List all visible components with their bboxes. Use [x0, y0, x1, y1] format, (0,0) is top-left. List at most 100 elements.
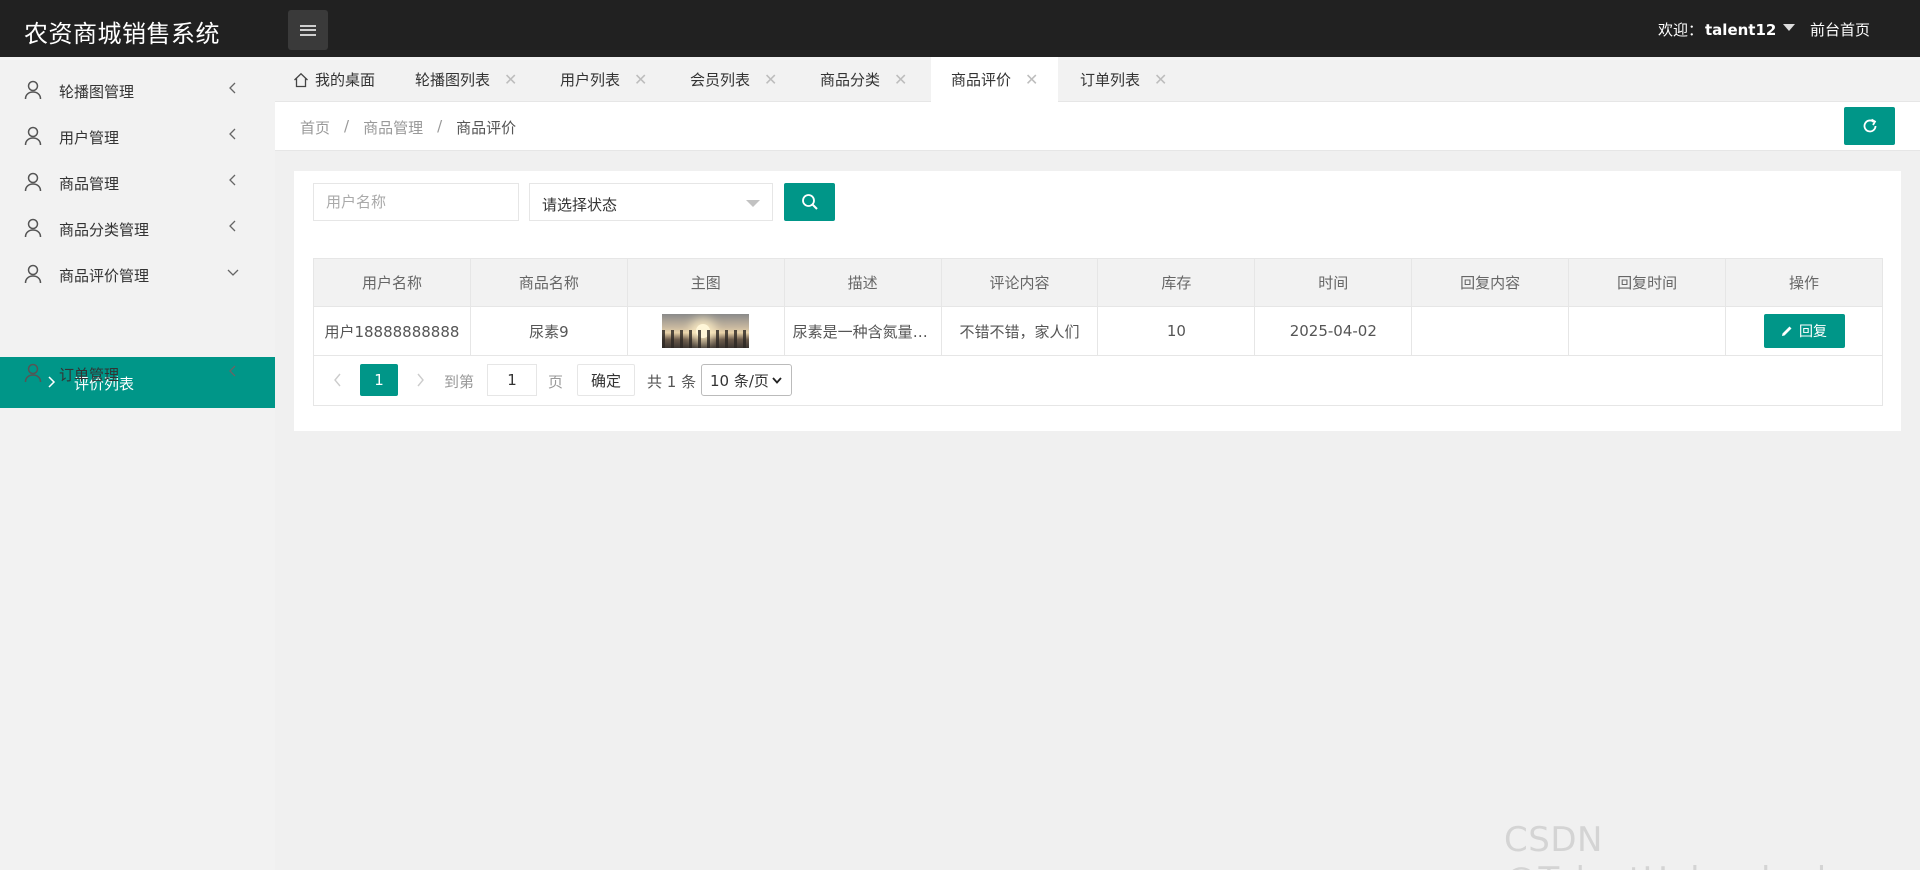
breadcrumb-separator: /: [437, 117, 443, 135]
page-number-current[interactable]: 1: [360, 364, 398, 396]
chevron-left-icon[interactable]: [332, 373, 344, 387]
breadcrumb-separator: /: [344, 117, 350, 135]
sidebar-item-label: 轮播图管理: [59, 83, 135, 101]
caret-down-icon: [1783, 24, 1796, 31]
cell-reply-time: [1568, 306, 1727, 356]
page-size-value: 10 条/页: [710, 371, 769, 390]
close-icon[interactable]: ✕: [634, 70, 647, 89]
tab-desktop[interactable]: 我的桌面: [293, 57, 375, 102]
column-header: 操作: [1725, 258, 1883, 307]
total-count: 共 1 条: [647, 373, 697, 391]
review-table: 用户名称 商品名称 主图 描述 评论内容 库存 时间 回复内容 回复时间 操作 …: [313, 258, 1883, 356]
tab-label: 轮播图列表: [415, 71, 491, 89]
column-header: 评论内容: [940, 258, 1099, 307]
sidebar-item-label: 商品分类管理: [59, 221, 150, 239]
top-header: 农资商城销售系统 欢迎： talent12 前台首页: [0, 0, 1920, 57]
close-icon[interactable]: ✕: [1025, 70, 1038, 89]
sidebar-item-products[interactable]: 商品管理: [0, 159, 275, 205]
page-label: 页: [548, 373, 564, 391]
tab-order-list[interactable]: 订单列表 ✕: [1080, 57, 1167, 102]
tab-bar: 我的桌面 轮播图列表 ✕ 用户列表 ✕ 会员列表 ✕ 商品分类 ✕ 商品评价 ✕…: [275, 57, 1920, 102]
reply-button[interactable]: 回复: [1763, 314, 1845, 348]
chevron-left-icon: [229, 365, 236, 377]
tab-product-category[interactable]: 商品分类 ✕: [820, 57, 907, 102]
chevron-left-icon: [229, 82, 236, 94]
user-icon: [24, 363, 42, 383]
sidebar-item-banner[interactable]: 轮播图管理: [0, 67, 275, 113]
sidebar-item-label: 商品管理: [59, 175, 120, 193]
user-icon: [24, 218, 42, 238]
chevron-left-icon: [229, 128, 236, 140]
chevron-left-icon: [229, 220, 236, 232]
chevron-right-icon[interactable]: [414, 373, 426, 387]
pencil-icon: [1782, 326, 1792, 336]
close-icon[interactable]: ✕: [1154, 70, 1167, 89]
column-header: 描述: [783, 258, 942, 307]
cell-action: 回复: [1725, 306, 1883, 356]
page-size-select[interactable]: 10 条/页: [701, 364, 792, 396]
sidebar: 轮播图管理 用户管理 商品管理 商品分类管理 商品评价管理 评价列表: [0, 57, 275, 870]
sidebar-item-orders-row[interactable]: 订单管理: [0, 350, 275, 396]
sidebar-item-label: 用户管理: [59, 129, 120, 147]
tab-member-list[interactable]: 会员列表 ✕: [690, 57, 777, 102]
cell-image: [626, 306, 785, 356]
breadcrumb-product-mgmt[interactable]: 商品管理: [363, 117, 423, 138]
cell-username: 用户18888888888: [313, 306, 471, 356]
breadcrumb-bar: 首页 / 商品管理 / 商品评价: [275, 102, 1920, 151]
goto-confirm-button[interactable]: 确定: [577, 364, 635, 396]
column-header: 时间: [1254, 258, 1413, 307]
breadcrumb-home[interactable]: 首页: [300, 117, 330, 138]
cell-comment: 不错不错，家人们: [940, 306, 1099, 356]
cell-stock: 10: [1097, 306, 1256, 356]
reply-button-label: 回复: [1799, 324, 1827, 340]
chevron-down-icon: [772, 377, 782, 384]
breadcrumb-current: 商品评价: [456, 119, 517, 137]
close-icon[interactable]: ✕: [894, 70, 907, 89]
product-image: [662, 314, 750, 348]
front-home-link[interactable]: 前台首页: [1810, 19, 1870, 40]
column-header: 商品名称: [469, 258, 628, 307]
sidebar-item-label: 商品评价管理: [59, 267, 150, 285]
column-header: 库存: [1097, 258, 1256, 307]
goto-label: 到第: [444, 373, 475, 391]
tab-label: 订单列表: [1080, 71, 1141, 89]
sidebar-item-reviews[interactable]: 商品评价管理: [0, 251, 275, 297]
username-search-input[interactable]: [313, 183, 519, 221]
close-icon[interactable]: ✕: [764, 70, 777, 89]
table-header-row: 用户名称 商品名称 主图 描述 评论内容 库存 时间 回复内容 回复时间 操作: [313, 258, 1883, 307]
content-card: 请选择状态 用户名称 商品名称 主图 描述 评论内容 库存 时间 回复内容 回复…: [294, 171, 1901, 431]
chevron-down-icon: [227, 269, 239, 276]
pagination: 1 到第 页 确定 共 1 条 10 条/页: [313, 356, 1883, 406]
search-icon: [801, 194, 818, 210]
sidebar-item-users[interactable]: 用户管理: [0, 113, 275, 159]
table-row: 用户18888888888 尿素9 尿素是一种含氮量高的肥料 不错不错，家人们 …: [313, 306, 1883, 356]
search-button[interactable]: [784, 183, 835, 221]
status-select[interactable]: 请选择状态: [529, 183, 773, 221]
status-select-value: 请选择状态: [542, 196, 618, 214]
tab-label: 用户列表: [560, 71, 621, 89]
welcome-label: 欢迎：: [1658, 21, 1704, 39]
tab-label: 我的桌面: [315, 71, 376, 89]
column-header: 主图: [626, 258, 785, 307]
tab-user-list[interactable]: 用户列表 ✕: [560, 57, 647, 102]
sidebar-item-categories[interactable]: 商品分类管理: [0, 205, 275, 251]
column-header: 回复时间: [1568, 258, 1727, 307]
tab-banner-list[interactable]: 轮播图列表 ✕: [415, 57, 517, 102]
refresh-button[interactable]: [1844, 107, 1895, 145]
close-icon[interactable]: ✕: [504, 70, 517, 89]
tab-label: 商品分类: [820, 71, 881, 89]
tab-product-review[interactable]: 商品评价 ✕: [931, 57, 1059, 102]
hamburger-icon: [300, 24, 316, 36]
cell-description: 尿素是一种含氮量高的肥料: [783, 306, 942, 356]
app-title: 农资商城销售系统: [24, 20, 220, 48]
tab-label: 商品评价: [951, 71, 1012, 89]
chevron-left-icon: [229, 174, 236, 186]
user-icon: [24, 126, 42, 146]
user-icon: [24, 264, 42, 284]
refresh-icon: [1863, 118, 1876, 133]
menu-toggle-button[interactable]: [288, 10, 328, 50]
goto-page-input[interactable]: [487, 364, 537, 396]
user-menu[interactable]: 欢迎： talent12: [1658, 19, 1796, 40]
column-header: 回复内容: [1411, 258, 1570, 307]
cell-product: 尿素9: [469, 306, 628, 356]
